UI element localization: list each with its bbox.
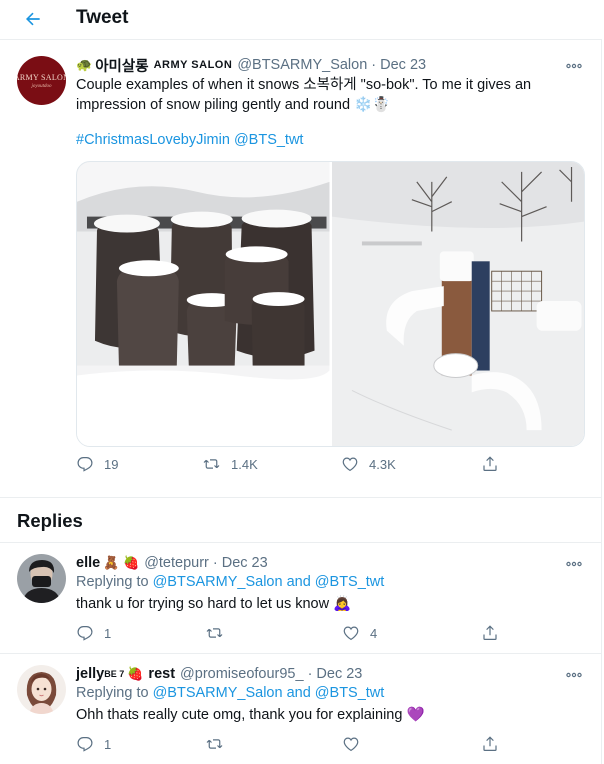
reply-author-superscript: BE 7 bbox=[104, 669, 125, 679]
reply-author-name-rest[interactable]: rest bbox=[148, 666, 175, 682]
retweet-button[interactable]: 1.4K bbox=[202, 455, 258, 473]
more-horizontal-icon bbox=[566, 63, 582, 69]
main-tweet: ARMY SALON joyoutdoo 🐢 아미살롱 ARMY SALON @… bbox=[0, 41, 602, 497]
reply-button[interactable]: 19 bbox=[76, 455, 118, 473]
reply-header: jelly BE 7 🍓 rest @promiseofour95_ · Dec… bbox=[76, 664, 362, 684]
author-name-caps[interactable]: ARMY SALON bbox=[154, 59, 233, 71]
page-title: Tweet bbox=[76, 7, 129, 28]
heart-icon bbox=[343, 737, 359, 752]
reply-text: Ohh thats really cute omg, thank you for… bbox=[76, 707, 425, 723]
tweet-links: #ChristmasLovebyJimin @BTS_twt bbox=[76, 132, 303, 148]
retweet-icon bbox=[206, 628, 223, 638]
reply-count: 19 bbox=[104, 456, 119, 472]
avatar[interactable]: ARMY SALON joyoutdoo bbox=[17, 56, 66, 105]
comment-icon bbox=[77, 737, 93, 752]
reply-actions: 1 4 bbox=[76, 624, 516, 646]
tweet-actions: 19 1.4K 4.3K bbox=[76, 455, 516, 479]
hashtag-link[interactable]: #ChristmasLovebyJimin bbox=[76, 132, 230, 148]
mention-link[interactable]: @BTS_twt bbox=[234, 132, 304, 148]
more-options-button[interactable] bbox=[564, 554, 584, 574]
avatar-logo-subtext: joyoutdoo bbox=[31, 83, 52, 89]
share-button[interactable] bbox=[481, 735, 499, 753]
tweet-text: Couple examples of when it snows 소복하게 "s… bbox=[76, 77, 532, 113]
tweet-media bbox=[76, 161, 585, 447]
reply-date[interactable]: Dec 23 bbox=[316, 666, 362, 682]
more-horizontal-icon bbox=[566, 672, 582, 678]
comment-icon bbox=[77, 457, 93, 472]
replying-to-link-2[interactable]: @BTS_twt bbox=[315, 574, 385, 590]
author-handle[interactable]: @BTSARMY_Salon bbox=[237, 57, 367, 73]
retweet-icon bbox=[203, 459, 220, 469]
reply-tweet[interactable]: jelly BE 7 🍓 rest @promiseofour95_ · Dec… bbox=[0, 654, 602, 764]
replying-prefix: Replying to bbox=[76, 685, 153, 701]
retweet-count: 1.4K bbox=[231, 456, 258, 472]
tweet-date[interactable]: Dec 23 bbox=[380, 57, 426, 73]
replying-and: and bbox=[282, 574, 315, 590]
like-button[interactable]: 4 bbox=[342, 624, 377, 642]
like-button[interactable] bbox=[342, 735, 370, 753]
replying-prefix: Replying to bbox=[76, 574, 153, 590]
more-horizontal-icon bbox=[566, 561, 582, 567]
avatar[interactable] bbox=[17, 554, 66, 603]
separator-dot: · bbox=[307, 666, 313, 682]
retweet-button[interactable] bbox=[205, 624, 234, 642]
reply-header: elle 🧸 🍓 @tetepurr · Dec 23 bbox=[76, 553, 268, 573]
reply-author-name[interactable]: elle bbox=[76, 555, 100, 571]
tweet-header: 🐢 아미살롱 ARMY SALON @BTSARMY_Salon · Dec 2… bbox=[76, 55, 426, 75]
reply-author-name[interactable]: jelly bbox=[76, 666, 104, 682]
reply-button[interactable]: 1 bbox=[76, 624, 111, 642]
replying-to-link-1[interactable]: @BTSARMY_Salon bbox=[153, 685, 283, 701]
replying-to: Replying to @BTSARMY_Salon and @BTS_twt bbox=[76, 574, 384, 590]
like-count: 4.3K bbox=[369, 456, 396, 472]
replies-header: Replies bbox=[0, 497, 602, 543]
turtle-emoji: 🐢 bbox=[76, 57, 93, 72]
retweet-icon bbox=[206, 739, 223, 749]
more-options-button[interactable] bbox=[564, 665, 584, 685]
comment-icon bbox=[77, 626, 93, 641]
timeline-column: Tweet ARMY SALON joyoutdoo 🐢 아미살롱 ARMY S… bbox=[0, 0, 602, 764]
retweet-button[interactable] bbox=[205, 735, 234, 753]
replying-to-link-2[interactable]: @BTS_twt bbox=[315, 685, 385, 701]
reply-date[interactable]: Dec 23 bbox=[222, 555, 268, 571]
photo-snowy-playground[interactable] bbox=[331, 162, 585, 446]
more-options-button[interactable] bbox=[564, 56, 584, 76]
reply-author-handle[interactable]: @tetepurr bbox=[144, 555, 209, 571]
reply-author-emoji: 🍓 bbox=[127, 666, 144, 681]
share-icon bbox=[483, 625, 497, 640]
reply-tweet[interactable]: elle 🧸 🍓 @tetepurr · Dec 23 Replying to … bbox=[0, 543, 602, 654]
replying-and: and bbox=[282, 685, 315, 701]
avatar[interactable] bbox=[17, 665, 66, 714]
author-name[interactable]: 아미살롱 bbox=[95, 55, 148, 76]
separator-dot: · bbox=[371, 57, 377, 73]
share-icon bbox=[483, 456, 497, 471]
reply-actions: 1 bbox=[76, 735, 516, 757]
share-icon bbox=[483, 736, 497, 751]
replies-title: Replies bbox=[17, 510, 83, 531]
like-button[interactable]: 4.3K bbox=[341, 455, 396, 473]
reply-button[interactable]: 1 bbox=[76, 735, 111, 753]
share-button[interactable] bbox=[481, 455, 499, 473]
separator-dot: · bbox=[212, 555, 218, 571]
share-button[interactable] bbox=[481, 624, 499, 642]
heart-icon bbox=[342, 457, 358, 472]
reply-text: thank u for trying so hard to let us kno… bbox=[76, 596, 352, 612]
avatar-logo-text: ARMY SALON bbox=[17, 72, 66, 82]
like-count: 4 bbox=[370, 625, 378, 641]
photo-snowy-jars[interactable] bbox=[77, 162, 330, 446]
replying-to: Replying to @BTSARMY_Salon and @BTS_twt bbox=[76, 685, 384, 701]
reply-count: 1 bbox=[104, 736, 112, 752]
back-button[interactable] bbox=[18, 4, 48, 34]
reply-count: 1 bbox=[104, 625, 112, 641]
heart-icon bbox=[343, 626, 359, 641]
replying-to-link-1[interactable]: @BTSARMY_Salon bbox=[153, 574, 283, 590]
page-header: Tweet bbox=[0, 0, 602, 40]
arrow-left-icon bbox=[26, 12, 40, 26]
reply-author-handle[interactable]: @promiseofour95_ bbox=[180, 666, 304, 682]
reply-author-emoji: 🧸 🍓 bbox=[103, 555, 140, 570]
